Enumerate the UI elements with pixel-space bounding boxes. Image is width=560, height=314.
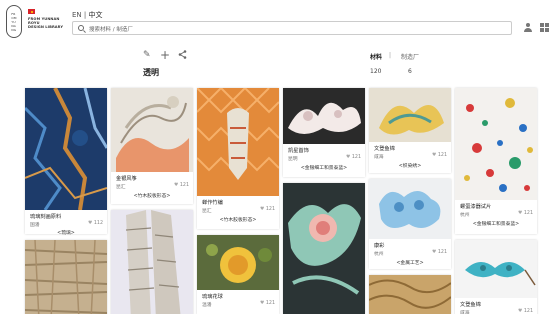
masonry-column: 螺蛋漆器试片 杭州 121 <金银细工和景泰蓝> 文登鱼锦 咸海 121	[455, 88, 537, 314]
lang-en-link[interactable]: EN	[72, 11, 82, 19]
materials-count: 120	[370, 68, 382, 75]
card-image	[23, 87, 109, 211]
plus-icon[interactable]: +	[160, 48, 170, 62]
card-subtitle: 昆明	[288, 157, 298, 162]
card-tag[interactable]: <竹木胶板形态>	[197, 216, 279, 223]
card-title: 金银风筝	[116, 176, 137, 182]
card-title: 琉璃刻画原料	[30, 214, 62, 220]
materials-tab[interactable]: 材料	[370, 52, 382, 61]
masonry-column: 金银风筝 昆汇 121 <竹木胶板形态>	[111, 88, 193, 314]
card-tag[interactable]: <金银细工和景泰蓝>	[283, 164, 365, 171]
card-image	[455, 240, 537, 298]
logo[interactable]: FR OM YU NA NG	[6, 5, 22, 38]
card-likes[interactable]: 112	[88, 221, 103, 226]
card-title: 康彩	[374, 243, 385, 249]
language-switch: EN | 中文	[72, 10, 103, 20]
card-tag[interactable]: <金属工艺>	[369, 259, 451, 266]
org-name-line: DESIGN LIBRARY	[28, 25, 64, 30]
card-subtitle: 咸海	[460, 311, 470, 314]
card-likes[interactable]: 121	[174, 183, 189, 188]
card-image	[455, 88, 537, 200]
card-subtitle: 昆汇	[116, 185, 126, 190]
material-card[interactable]: 琉璃刻画原料 国潘 112 <琉璃>	[23, 87, 109, 236]
card-likes[interactable]: 121	[432, 153, 447, 158]
material-card[interactable]: 康彩 杭州 121 <金属工艺>	[369, 179, 451, 269]
material-card[interactable]: 文登鱼锦 咸海 121 <织染绣>	[369, 88, 451, 173]
material-card[interactable]: 文登鱼锦 咸海 121	[455, 240, 537, 314]
card-title: 凯星首饰	[288, 148, 309, 154]
card-subtitle: 杭州	[460, 213, 470, 218]
card-tag[interactable]: <琉璃>	[25, 229, 107, 236]
material-card[interactable]: 琉璃花球 温潘 121	[197, 235, 279, 314]
share-icon[interactable]	[178, 50, 187, 62]
card-title: 螺蛋漆器试片	[460, 204, 492, 210]
masonry-column: 文登鱼锦 咸海 121 <织染绣> 康彩 杭州 121 <金属工艺>	[368, 88, 452, 314]
lang-separator: |	[83, 11, 87, 19]
material-card[interactable]: 凯星首饰 昆明 121 <金银细工和景泰蓝>	[283, 88, 365, 177]
search-input[interactable]: 搜索材料 / 制造厂	[72, 21, 512, 35]
lang-zh-link[interactable]: 中文	[89, 11, 103, 19]
stats-separator: |	[389, 52, 392, 59]
card-title: 文登鱼锦	[374, 146, 395, 152]
card-tag[interactable]: <金银细工和景泰蓝>	[455, 220, 537, 227]
material-card[interactable]	[368, 275, 452, 314]
card-likes[interactable]: 121	[518, 211, 533, 216]
grid-menu-icon[interactable]	[540, 23, 550, 33]
masonry-column: 凯星首饰 昆明 121 <金银细工和景泰蓝>	[283, 88, 365, 314]
card-image	[368, 275, 452, 314]
search-placeholder: 搜索材料 / 制造厂	[89, 27, 133, 33]
pencil-icon[interactable]: ✎	[143, 50, 151, 60]
card-likes[interactable]: 121	[518, 309, 533, 314]
org-name: FROM YUNNAN ROYU DESIGN LIBRARY	[28, 17, 63, 30]
card-image	[369, 179, 451, 239]
card-likes[interactable]: 121	[432, 250, 447, 255]
masonry-column: 琉璃刻画原料 国潘 112 <琉璃>	[23, 87, 109, 314]
card-subtitle: 国潘	[30, 223, 40, 228]
card-title: 琉璃花球	[202, 294, 223, 300]
search-icon	[78, 25, 84, 31]
factories-count: 6	[408, 68, 412, 75]
user-icon[interactable]	[523, 23, 533, 33]
card-image	[111, 210, 193, 314]
factories-tab[interactable]: 制造厂	[401, 52, 419, 61]
card-image	[196, 87, 280, 196]
material-card[interactable]	[24, 239, 108, 314]
material-card[interactable]: 蝉作竹编 昆汇 121 <竹木胶板形态>	[196, 87, 280, 229]
card-likes[interactable]: 121	[260, 207, 275, 212]
card-tag[interactable]: <织染绣>	[369, 162, 451, 169]
material-card[interactable]: 金银风筝 昆汇 121 <竹木胶板形态>	[111, 88, 193, 204]
card-image	[197, 235, 279, 290]
card-likes[interactable]: 121	[346, 155, 361, 160]
card-subtitle: 昆汇	[202, 209, 212, 214]
card-image	[111, 88, 193, 172]
card-image	[24, 239, 108, 314]
flag-icon	[28, 9, 35, 14]
card-image	[283, 183, 365, 314]
card-image	[283, 88, 365, 144]
material-card[interactable]	[111, 210, 193, 314]
masonry-column: 蝉作竹编 昆汇 121 <竹木胶板形态> 琉璃花球 温潘 121	[196, 87, 280, 314]
card-title: 蝉作竹编	[202, 200, 223, 206]
card-subtitle: 温潘	[202, 303, 212, 308]
card-image	[369, 88, 451, 142]
card-subtitle: 咸海	[374, 155, 384, 160]
logo-text: FR OM YU NA NG	[11, 11, 17, 32]
card-title: 文登鱼锦	[460, 302, 481, 308]
card-tag[interactable]: <竹木胶板形态>	[111, 192, 193, 199]
material-card[interactable]	[283, 183, 365, 314]
page-title: 透明	[143, 68, 159, 77]
card-likes[interactable]: 121	[260, 301, 275, 306]
material-card[interactable]: 螺蛋漆器试片 杭州 121 <金银细工和景泰蓝>	[455, 88, 537, 234]
card-subtitle: 杭州	[374, 252, 384, 257]
